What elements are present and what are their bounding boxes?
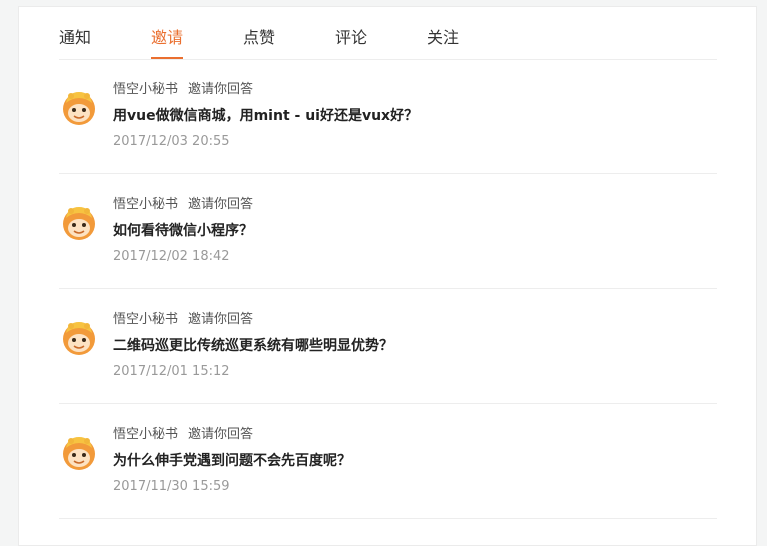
notification-panel: 通知 邀请 点赞 评论 关注 悟空小秘书 邀请你回答 用vue做微信商城，用min… — [18, 6, 757, 546]
action-text: 邀请你回答 — [188, 82, 254, 97]
list-item[interactable]: 悟空小秘书 邀请你回答 二维码巡更比传统巡更系统有哪些明显优势？ 2017/12/… — [59, 289, 717, 404]
sender-name[interactable]: 悟空小秘书 — [113, 427, 178, 442]
tab-comments[interactable]: 评论 — [335, 25, 367, 59]
list-item[interactable]: 悟空小秘书 邀请你回答 如何看待微信小程序？ 2017/12/02 18:42 — [59, 174, 717, 289]
action-text: 邀请你回答 — [188, 312, 254, 327]
action-text: 邀请你回答 — [188, 427, 254, 442]
tab-notifications[interactable]: 通知 — [59, 25, 91, 59]
tab-follows[interactable]: 关注 — [427, 25, 459, 59]
question-title[interactable]: 为什么伸手党遇到问题不会先百度呢？ — [113, 451, 351, 471]
tab-bar: 通知 邀请 点赞 评论 关注 — [59, 7, 717, 60]
list-item[interactable]: 悟空小秘书 邀请你回答 用vue做微信商城，用mint - ui好还是vux好？ … — [59, 59, 717, 174]
item-meta: 悟空小秘书 邀请你回答 — [113, 311, 253, 329]
question-title[interactable]: 如何看待微信小程序？ — [113, 221, 253, 241]
item-meta: 悟空小秘书 邀请你回答 — [113, 426, 253, 444]
question-title[interactable]: 用vue做微信商城，用mint - ui好还是vux好？ — [113, 106, 418, 126]
monkey-avatar-icon[interactable] — [62, 204, 96, 240]
list-item[interactable]: 悟空小秘书 邀请你回答 为什么伸手党遇到问题不会先百度呢？ 2017/11/30 … — [59, 404, 717, 519]
invitation-list: 悟空小秘书 邀请你回答 用vue做微信商城，用mint - ui好还是vux好？ … — [59, 59, 717, 519]
monkey-avatar-icon[interactable] — [62, 89, 96, 125]
item-meta: 悟空小秘书 邀请你回答 — [113, 81, 253, 99]
item-meta: 悟空小秘书 邀请你回答 — [113, 196, 253, 214]
timestamp: 2017/12/03 20:55 — [113, 134, 230, 149]
sender-name[interactable]: 悟空小秘书 — [113, 197, 178, 212]
timestamp: 2017/12/02 18:42 — [113, 249, 230, 264]
action-text: 邀请你回答 — [188, 197, 254, 212]
sender-name[interactable]: 悟空小秘书 — [113, 312, 178, 327]
monkey-avatar-icon[interactable] — [62, 434, 96, 470]
tab-invitations[interactable]: 邀请 — [151, 25, 184, 59]
timestamp: 2017/11/30 15:59 — [113, 479, 230, 494]
timestamp: 2017/12/01 15:12 — [113, 364, 230, 379]
sender-name[interactable]: 悟空小秘书 — [113, 82, 178, 97]
monkey-avatar-icon[interactable] — [62, 319, 96, 355]
tab-likes[interactable]: 点赞 — [243, 25, 275, 59]
question-title[interactable]: 二维码巡更比传统巡更系统有哪些明显优势？ — [113, 336, 393, 356]
